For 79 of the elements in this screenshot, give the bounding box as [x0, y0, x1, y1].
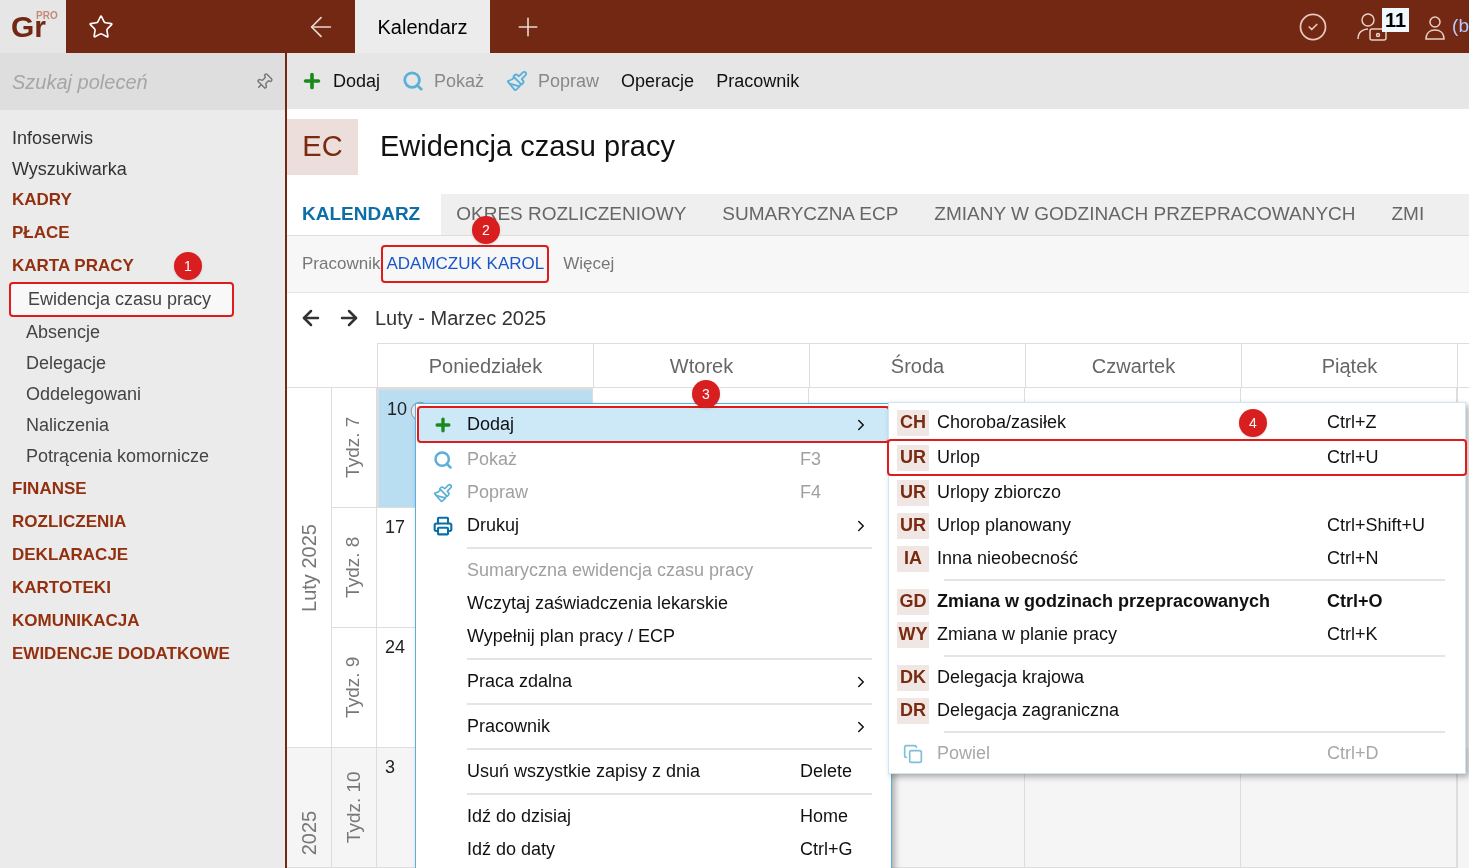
day-header: Czwartek	[1025, 343, 1241, 388]
week-label: Tydz. 9	[341, 656, 365, 719]
filter-label: Pracownik	[302, 253, 381, 276]
notification-count: 11	[1382, 7, 1410, 32]
app-logo: GrPRO	[0, 0, 66, 53]
sidebar-section[interactable]: KOMUNIKACJA	[0, 604, 152, 637]
sidebar-subitem[interactable]: Potrącenia komornicze	[9, 441, 234, 472]
menu-item[interactable]: Pracownik	[419, 698, 888, 743]
day-number: 3	[385, 757, 395, 777]
search-icon	[433, 449, 453, 470]
brush-icon	[433, 482, 453, 503]
sidebar-section[interactable]: KARTA PRACY	[0, 249, 146, 282]
more-link[interactable]: Więcej	[563, 251, 615, 277]
toolbar-button[interactable]: Operacje	[621, 67, 695, 95]
sidebar-item[interactable]: Infoserwis	[0, 121, 106, 152]
search-icon	[402, 70, 425, 92]
sidebar-subitem[interactable]: Ewidencja czasu pracy	[9, 282, 234, 317]
printer-icon	[433, 515, 453, 536]
menu-item[interactable]: Idź do daty Ctrl+G	[419, 833, 888, 866]
day-number: 24	[385, 637, 406, 657]
module-badge: EC	[287, 118, 358, 175]
search-input[interactable]: Szukaj poleceń	[12, 66, 232, 97]
sidebar-section[interactable]: FINANSE	[0, 472, 99, 505]
annotation-number: 4	[1239, 409, 1267, 437]
submenu-item[interactable]: UR Urlop Ctrl+U	[887, 439, 1467, 476]
day-header: Środa	[809, 343, 1025, 388]
tab[interactable]: SUMARYCZNA ECP	[707, 194, 920, 235]
toolbar-button[interactable]: Pracownik	[716, 67, 800, 95]
check-circle-icon[interactable]	[1298, 11, 1329, 42]
sidebar-section[interactable]: ROZLICZENIA	[0, 505, 139, 538]
sidebar-section[interactable]: KARTOTEKI	[0, 571, 123, 604]
submenu-item[interactable]: GD Zmiana w godzinach przepracowanych Ctrl+O	[889, 575, 1465, 618]
tab[interactable]: ZMI	[1376, 194, 1446, 235]
sidebar-section[interactable]: KADRY	[0, 183, 84, 216]
menu-item[interactable]: Drukuj	[419, 509, 888, 542]
annotation-number: 3	[692, 380, 720, 408]
annotation-number: 1	[174, 252, 202, 280]
tab[interactable]: KALENDARZ	[287, 194, 442, 235]
day-number: 10	[387, 399, 408, 419]
week-label: Tydz. 7	[341, 416, 365, 479]
month-label: 2025	[297, 810, 321, 855]
sidebar-item[interactable]: Wyszukiwarka	[0, 152, 139, 183]
menu-item[interactable]: Usuń wszystkie zapisy z dnia Delete	[419, 743, 888, 788]
submenu-item[interactable]: WY Zmiana w planie pracy Ctrl+K	[889, 618, 1465, 651]
week-label: Tydz. 10	[341, 771, 365, 844]
user-name[interactable]: (b	[1452, 12, 1469, 41]
submenu-item[interactable]: DR Delegacja zagraniczna	[889, 694, 1465, 727]
sidebar-section[interactable]: PŁACE	[0, 216, 82, 249]
sidebar-section[interactable]: EWIDENCJE DODATKOWE	[0, 637, 242, 670]
brush-icon	[506, 70, 529, 92]
menu-item[interactable]: Wczytaj zaświadczenia lekarskie	[419, 587, 888, 620]
employee-link[interactable]: ADAMCZUK KAROL	[381, 245, 550, 283]
sidebar-section[interactable]: DEKLARACJE	[0, 538, 141, 571]
month-label: Luty 2025	[297, 523, 321, 612]
tab[interactable]: ZMIANY W GODZINACH PRZEPRACOWANYCH	[919, 194, 1377, 235]
sidebar-subitem[interactable]: Delegacje	[9, 348, 234, 379]
day-header: Poniedziałek	[377, 343, 593, 388]
submenu-item[interactable]: DK Delegacja krajowa	[889, 651, 1465, 694]
day-header: Piątek	[1241, 343, 1457, 388]
page-title: Ewidencja czasu pracy	[380, 128, 675, 164]
submenu-item[interactable]: UR Urlopy zbiorczo	[889, 476, 1465, 509]
menu-item[interactable]: Idź do dzisiaj Home	[419, 788, 888, 833]
plus-icon	[301, 70, 323, 92]
sidebar-subitem[interactable]: Absencje	[9, 317, 234, 348]
submenu-item[interactable]: UR Urlop planowany Ctrl+Shift+U	[889, 509, 1465, 542]
sidebar-subitem[interactable]: Naliczenia	[9, 410, 234, 441]
week-label: Tydz. 8	[341, 536, 365, 599]
sidebar-subitem[interactable]: Oddelegowani	[9, 379, 234, 410]
menu-item[interactable]: Wypełnij plan pracy / ECP	[419, 620, 888, 653]
menu-item[interactable]: Dodaj	[417, 406, 890, 443]
copy-icon	[903, 743, 923, 764]
period-label: Luty - Marzec 2025	[375, 306, 547, 331]
day-number: 17	[385, 517, 406, 537]
app-tab[interactable]: Kalendarz	[355, 0, 490, 53]
menu-item[interactable]: Praca zdalna	[419, 653, 888, 698]
search-field[interactable]: Szukaj poleceń	[0, 53, 285, 110]
submenu-item[interactable]: IA Inna nieobecność Ctrl+N	[889, 542, 1465, 575]
star-icon[interactable]	[88, 13, 114, 40]
toolbar-button[interactable]: Dodaj	[301, 67, 381, 95]
